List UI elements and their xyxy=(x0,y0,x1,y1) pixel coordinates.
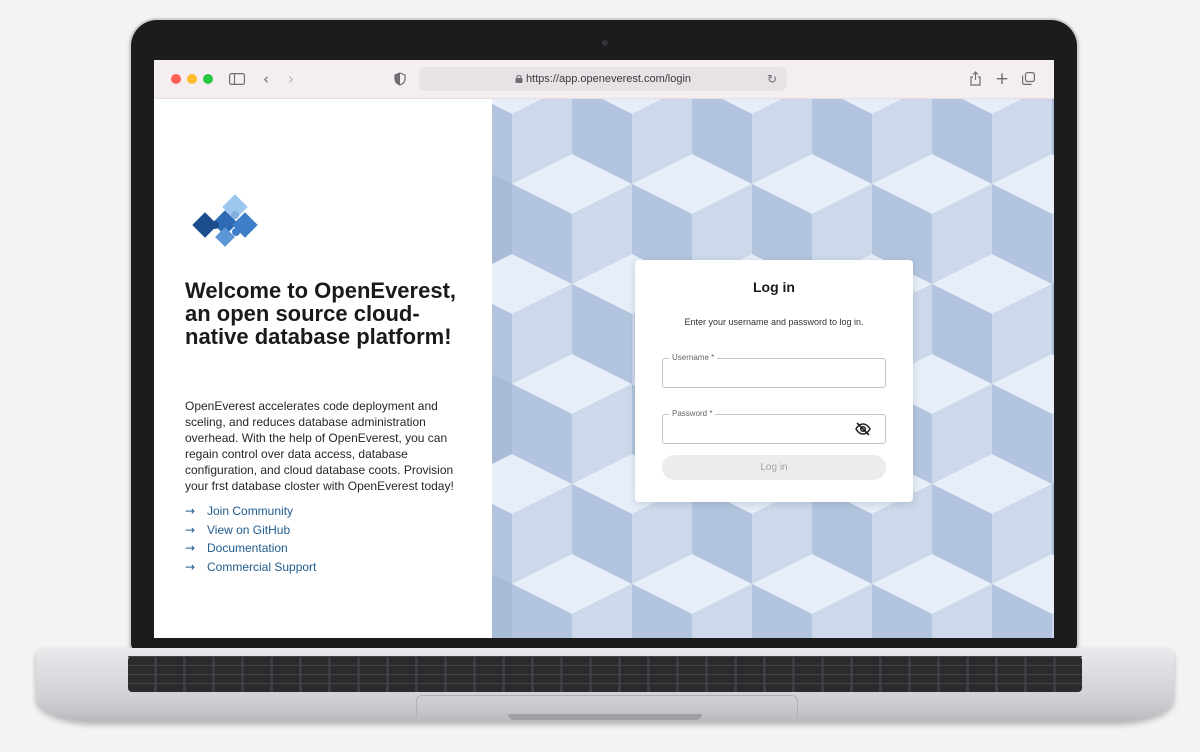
browser-toolbar: ‹ › https://app.openeverest.com/login ↻ … xyxy=(154,60,1054,99)
arrow-right-icon: → xyxy=(185,559,196,574)
join-community-link[interactable]: → Join Community xyxy=(185,502,316,521)
password-label: Password * xyxy=(669,409,716,419)
reload-icon[interactable]: ↻ xyxy=(765,69,779,89)
login-subtitle: Enter your username and password to log … xyxy=(684,317,864,327)
eye-off-icon[interactable] xyxy=(855,422,871,436)
welcome-heading: Welcome to OpenEverest, an open source c… xyxy=(185,278,457,349)
lock-icon xyxy=(515,75,523,83)
welcome-description: OpenEverest accelerates code deployment … xyxy=(185,399,454,493)
login-panel: Log in Enter your username and password … xyxy=(492,99,1054,638)
back-icon[interactable]: ‹ xyxy=(259,69,273,89)
url-text: https://app.openeverest.com/login xyxy=(419,67,787,91)
login-title: Log in xyxy=(753,279,795,295)
sidebar-icon[interactable] xyxy=(228,69,246,89)
keyboard xyxy=(128,656,1082,692)
close-window-button[interactable] xyxy=(171,74,181,84)
link-label: Join Community xyxy=(207,504,294,519)
share-icon[interactable] xyxy=(967,69,983,89)
new-tab-icon[interactable]: + xyxy=(994,69,1010,89)
privacy-shield-icon[interactable] xyxy=(392,69,408,89)
screen: ‹ › https://app.openeverest.com/login ↻ … xyxy=(154,60,1054,638)
camera xyxy=(602,40,608,46)
laptop-base xyxy=(36,648,1174,722)
link-label: Documentation xyxy=(207,541,288,556)
link-label: View on GitHub xyxy=(207,522,291,537)
arrow-right-icon: → xyxy=(185,504,196,519)
minimize-window-button[interactable] xyxy=(187,74,197,84)
login-card: Log in Enter your username and password … xyxy=(635,260,913,502)
link-label: Commercial Support xyxy=(207,559,317,574)
laptop-lid: ‹ › https://app.openeverest.com/login ↻ … xyxy=(131,20,1077,650)
view-on-github-link[interactable]: → View on GitHub xyxy=(185,521,316,540)
tabs-overview-icon[interactable] xyxy=(1020,69,1036,89)
login-button[interactable]: Log in xyxy=(662,455,886,480)
arrow-right-icon: → xyxy=(185,541,196,556)
lid-notch xyxy=(508,714,702,720)
resource-links: → Join Community → View on GitHub → Documen… xyxy=(185,502,316,576)
url-label: https://app.openeverest.com/login xyxy=(525,73,692,85)
password-field[interactable]: Password * xyxy=(662,409,886,444)
username-label: Username * xyxy=(669,353,718,363)
username-field[interactable]: Username * xyxy=(662,353,886,388)
commercial-support-link[interactable]: → Commercial Support xyxy=(185,558,316,577)
forward-icon[interactable]: › xyxy=(284,69,298,89)
arrow-right-icon: → xyxy=(185,522,196,537)
zoom-window-button[interactable] xyxy=(203,74,213,84)
documentation-link[interactable]: → Documentation xyxy=(185,539,316,558)
welcome-panel: Welcome to OpenEverest, an open source c… xyxy=(154,99,492,638)
address-bar[interactable]: https://app.openeverest.com/login ↻ xyxy=(419,67,787,91)
openeverest-logo xyxy=(192,194,258,247)
